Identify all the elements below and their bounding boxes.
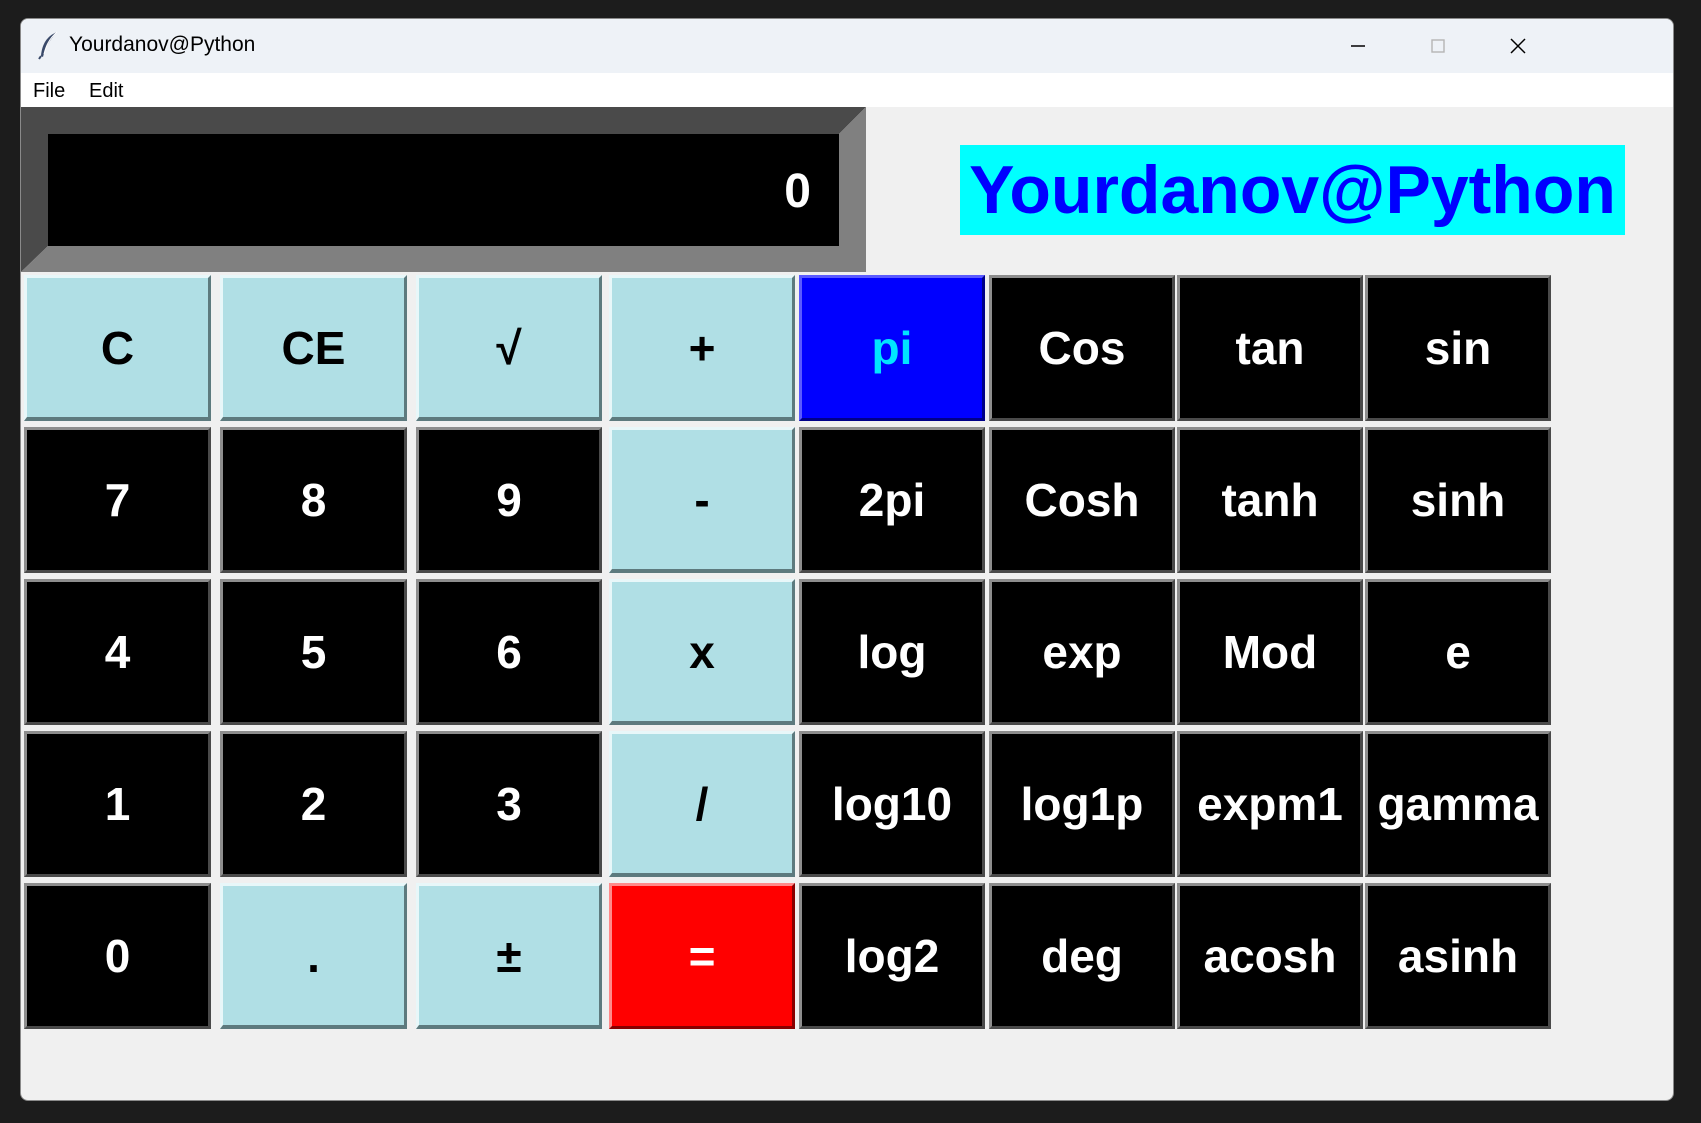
display-value: 0	[784, 165, 811, 218]
close-icon	[1510, 38, 1526, 54]
title-bar[interactable]: Yourdanov@Python	[21, 19, 1673, 73]
add-button[interactable]: +	[609, 275, 795, 421]
tan-button[interactable]: tan	[1177, 275, 1363, 421]
clear-entry-button[interactable]: CE	[220, 275, 407, 421]
brand-panel: Yourdanov@Python	[866, 107, 1673, 272]
minimize-button[interactable]	[1318, 19, 1398, 73]
gamma-button[interactable]: gamma	[1365, 731, 1551, 877]
digit-6-button[interactable]: 6	[416, 579, 602, 725]
digit-1-button[interactable]: 1	[24, 731, 211, 877]
menu-bar: File Edit	[21, 73, 1673, 107]
pi-button[interactable]: pi	[799, 275, 985, 421]
sin-button[interactable]: sin	[1365, 275, 1551, 421]
sqrt-button[interactable]: √	[416, 275, 602, 421]
two-pi-button[interactable]: 2pi	[799, 427, 985, 573]
acosh-button[interactable]: acosh	[1177, 883, 1363, 1029]
log1p-button[interactable]: log1p	[989, 731, 1175, 877]
menu-file[interactable]: File	[33, 80, 65, 103]
divide-button[interactable]: /	[609, 731, 795, 877]
log10-button[interactable]: log10	[799, 731, 985, 877]
log-button[interactable]: log	[799, 579, 985, 725]
calculator-window: Yourdanov@Python File Edit 0 Yourdanov@P…	[20, 18, 1674, 1101]
close-button[interactable]	[1478, 19, 1558, 73]
multiply-button[interactable]: x	[609, 579, 795, 725]
minimize-icon	[1351, 45, 1365, 47]
cos-button[interactable]: Cos	[989, 275, 1175, 421]
log2-button[interactable]: log2	[799, 883, 985, 1029]
plus-minus-button[interactable]: ±	[416, 883, 602, 1029]
sinh-button[interactable]: sinh	[1365, 427, 1551, 573]
tanh-button[interactable]: tanh	[1177, 427, 1363, 573]
maximize-icon	[1431, 39, 1445, 53]
digit-4-button[interactable]: 4	[24, 579, 211, 725]
subtract-button[interactable]: -	[609, 427, 795, 573]
mod-button[interactable]: Mod	[1177, 579, 1363, 725]
deg-button[interactable]: deg	[989, 883, 1175, 1029]
maximize-button[interactable]	[1398, 19, 1478, 73]
decimal-point-button[interactable]: .	[220, 883, 407, 1029]
clear-button[interactable]: C	[24, 275, 211, 421]
digit-0-button[interactable]: 0	[24, 883, 211, 1029]
digit-2-button[interactable]: 2	[220, 731, 407, 877]
expm1-button[interactable]: expm1	[1177, 731, 1363, 877]
feather-icon	[35, 30, 63, 60]
digit-7-button[interactable]: 7	[24, 427, 211, 573]
exp-button[interactable]: exp	[989, 579, 1175, 725]
display-screen: 0	[48, 134, 839, 246]
digit-5-button[interactable]: 5	[220, 579, 407, 725]
equals-button[interactable]: =	[609, 883, 795, 1029]
e-button[interactable]: e	[1365, 579, 1551, 725]
menu-edit[interactable]: Edit	[89, 80, 123, 103]
display-panel: 0	[21, 107, 866, 272]
cosh-button[interactable]: Cosh	[989, 427, 1175, 573]
window-title: Yourdanov@Python	[69, 33, 256, 56]
digit-9-button[interactable]: 9	[416, 427, 602, 573]
digit-3-button[interactable]: 3	[416, 731, 602, 877]
digit-8-button[interactable]: 8	[220, 427, 407, 573]
asinh-button[interactable]: asinh	[1365, 883, 1551, 1029]
brand-label: Yourdanov@Python	[960, 145, 1625, 235]
